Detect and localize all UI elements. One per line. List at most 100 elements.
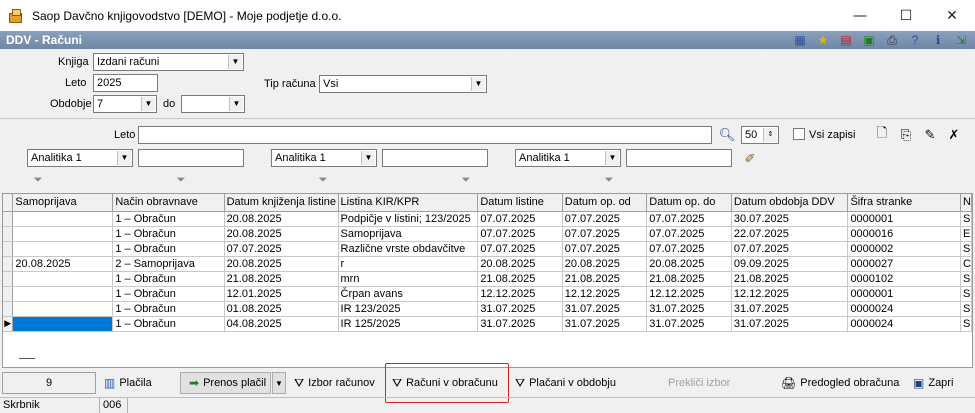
table-cell[interactable]: 1 – Obračun bbox=[112, 241, 225, 257]
table-cell[interactable]: 07.07.2025 bbox=[731, 241, 849, 257]
izbor-racunov-button[interactable]: ⛛ Izbor računov bbox=[294, 372, 375, 394]
analitika-3-input[interactable] bbox=[626, 149, 732, 167]
table-cell[interactable] bbox=[12, 211, 114, 227]
table-cell[interactable]: 31.07.2025 bbox=[646, 316, 732, 332]
table-cell[interactable]: 1 – Obračun bbox=[112, 271, 225, 287]
leto-input[interactable]: 2025 bbox=[93, 74, 158, 92]
row-indicator[interactable] bbox=[3, 271, 14, 287]
table-cell[interactable]: 20.08.2025 bbox=[477, 256, 563, 272]
table-cell[interactable]: 1 – Obračun bbox=[112, 211, 225, 227]
chevron-down-icon[interactable]: ▼ bbox=[228, 55, 242, 69]
help-icon[interactable]: ? bbox=[907, 32, 923, 48]
table-cell[interactable]: 20.08.2025 bbox=[224, 211, 339, 227]
table-cell[interactable]: 21.08.2025 bbox=[477, 271, 563, 287]
tip-racuna-select[interactable]: Vsi ▼ bbox=[319, 75, 487, 93]
row-indicator[interactable]: ▶ bbox=[3, 316, 14, 332]
table-cell[interactable]: 07.07.2025 bbox=[477, 241, 563, 257]
row-indicator[interactable] bbox=[3, 256, 14, 272]
column-header[interactable]: Datum op. od bbox=[562, 194, 648, 212]
table-cell[interactable]: 12.01.2025 bbox=[224, 286, 339, 302]
printer-icon[interactable]: ⎙ bbox=[884, 32, 900, 48]
column-header[interactable]: Način obravnave bbox=[112, 194, 225, 212]
table-row[interactable]: 1 – Obračun 12.01.2025 Črpan avans 12.12.20… bbox=[3, 286, 972, 302]
table-cell[interactable]: 2 – Samoprijava bbox=[112, 256, 225, 272]
search-icon[interactable]: 🔍︎ bbox=[718, 126, 736, 144]
export-icon[interactable]: ▣ bbox=[861, 32, 877, 48]
record-count-stepper[interactable]: 50 ⇕ bbox=[741, 126, 779, 144]
analitika-2-input[interactable] bbox=[382, 149, 488, 167]
table-cell[interactable]: Različne vrste obdavčitve bbox=[338, 241, 479, 257]
table-cell[interactable]: Samoprijava bbox=[338, 226, 479, 242]
table-cell[interactable]: Črpan avans bbox=[338, 286, 479, 302]
table-cell[interactable]: 12.12.2025 bbox=[731, 286, 849, 302]
table-cell[interactable]: 31.07.2025 bbox=[731, 301, 849, 317]
table-cell[interactable]: 07.07.2025 bbox=[646, 211, 732, 227]
table-cell[interactable]: S bbox=[960, 301, 972, 317]
column-header[interactable]: Datum op. do bbox=[646, 194, 732, 212]
analitika-1-select[interactable]: Analitika 1 ▼ bbox=[27, 149, 133, 167]
table-cell[interactable]: 31.07.2025 bbox=[477, 301, 563, 317]
zapri-button[interactable]: ▣ Zapri bbox=[913, 372, 953, 394]
table-cell[interactable]: 07.07.2025 bbox=[562, 241, 648, 257]
info-icon[interactable]: ℹ bbox=[930, 32, 946, 48]
table-cell[interactable] bbox=[12, 286, 114, 302]
table-cell[interactable]: 20.08.2025 bbox=[646, 256, 732, 272]
table-cell[interactable]: 21.08.2025 bbox=[562, 271, 648, 287]
close-button[interactable]: ✕ bbox=[929, 0, 975, 31]
table-cell[interactable] bbox=[12, 241, 114, 257]
table-cell[interactable]: 04.08.2025 bbox=[224, 316, 339, 332]
exit-icon[interactable]: ⇲ bbox=[953, 32, 969, 48]
table-cell[interactable]: 20.08.2025 bbox=[224, 226, 339, 242]
table-cell[interactable]: 21.08.2025 bbox=[646, 271, 732, 287]
prenos-placil-dropdown[interactable]: ▼ bbox=[272, 372, 286, 394]
table-cell[interactable]: 12.12.2025 bbox=[646, 286, 732, 302]
table-cell[interactable]: 1 – Obračun bbox=[112, 226, 225, 242]
table-row[interactable]: ▶ 1 – Obračun 04.08.2025 IR 125/2025 31.07.2… bbox=[3, 316, 972, 332]
grid-icon[interactable]: ▦ bbox=[792, 32, 808, 48]
table-cell[interactable]: E bbox=[960, 226, 972, 242]
table-cell[interactable]: 0000024 bbox=[847, 316, 961, 332]
table-row[interactable]: 1 – Obračun 21.08.2025 mrn 21.08.2025 21.08.… bbox=[3, 271, 972, 287]
filter-icon[interactable]: ⏷ bbox=[602, 173, 616, 187]
table-cell[interactable]: S bbox=[960, 316, 972, 332]
filter-icon[interactable]: ⏷ bbox=[31, 173, 45, 187]
table-cell[interactable]: 07.07.2025 bbox=[562, 211, 648, 227]
table-cell[interactable]: 1 – Obračun bbox=[112, 301, 225, 317]
table-cell[interactable]: 01.08.2025 bbox=[224, 301, 339, 317]
table-cell[interactable] bbox=[12, 226, 114, 242]
table-cell[interactable]: 31.07.2025 bbox=[562, 316, 648, 332]
pdf-icon[interactable]: ▤ bbox=[838, 32, 854, 48]
analitika-2-select[interactable]: Analitika 1 ▼ bbox=[271, 149, 377, 167]
chevron-down-icon[interactable]: ▼ bbox=[117, 151, 131, 165]
edit-record-icon[interactable]: ✎ bbox=[921, 126, 939, 144]
filter-leto-input[interactable] bbox=[138, 126, 712, 144]
table-cell[interactable]: 09.09.2025 bbox=[731, 256, 849, 272]
table-cell[interactable] bbox=[12, 316, 114, 332]
prenos-placil-button[interactable]: ➡ Prenos plačil bbox=[180, 372, 271, 394]
row-indicator[interactable] bbox=[3, 226, 14, 242]
table-cell[interactable]: 22.07.2025 bbox=[731, 226, 849, 242]
table-cell[interactable]: mrn bbox=[338, 271, 479, 287]
table-cell[interactable]: 0000001 bbox=[847, 286, 961, 302]
row-indicator[interactable] bbox=[3, 211, 14, 227]
table-cell[interactable] bbox=[12, 271, 114, 287]
column-header[interactable]: Datum knjiženja listine bbox=[224, 194, 339, 212]
table-cell[interactable]: 31.07.2025 bbox=[646, 301, 732, 317]
filter-icon[interactable]: ⏷ bbox=[174, 173, 188, 187]
table-row[interactable]: 1 – Obračun 20.08.2025 Podpičje v listini;… bbox=[3, 211, 972, 227]
table-cell[interactable]: 1 – Obračun bbox=[112, 316, 225, 332]
star-icon[interactable]: ★ bbox=[815, 32, 831, 48]
table-cell[interactable]: 31.07.2025 bbox=[731, 316, 849, 332]
table-cell[interactable]: S bbox=[960, 271, 972, 287]
row-indicator[interactable] bbox=[3, 286, 14, 302]
table-cell[interactable]: 20.08.2025 bbox=[562, 256, 648, 272]
table-cell[interactable]: 0000016 bbox=[847, 226, 961, 242]
table-cell[interactable]: 07.07.2025 bbox=[646, 226, 732, 242]
table-cell[interactable]: 31.07.2025 bbox=[562, 301, 648, 317]
obdobje-to-select[interactable]: ▼ bbox=[181, 95, 245, 113]
chevron-down-icon[interactable]: ▼ bbox=[605, 151, 619, 165]
row-indicator[interactable] bbox=[3, 241, 14, 257]
column-header[interactable]: Datum obdobja DDV bbox=[731, 194, 849, 212]
table-cell[interactable]: 0000001 bbox=[847, 211, 961, 227]
stepper-icon[interactable]: ⇕ bbox=[763, 128, 777, 142]
